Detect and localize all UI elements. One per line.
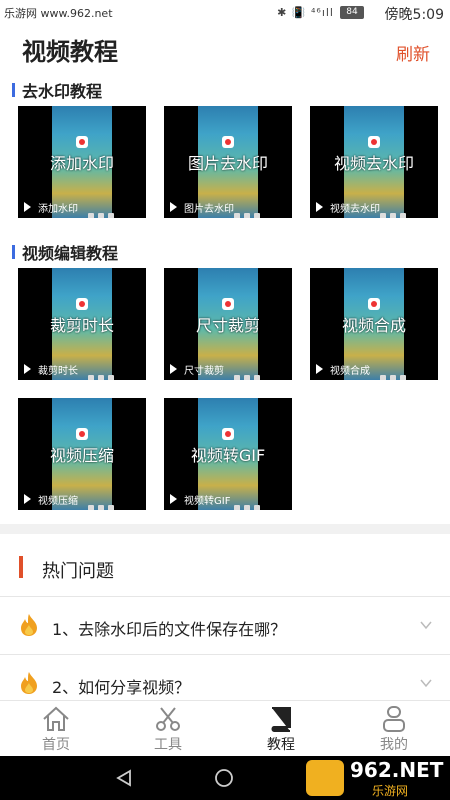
record-icon <box>76 298 88 310</box>
play-icon <box>316 364 323 374</box>
tutorial-tile-video-to-gif[interactable]: 视频转GIF 视频转GIF <box>164 398 292 510</box>
nav-home[interactable]: 首页 <box>0 701 112 757</box>
nav-profile[interactable]: 我的 <box>338 701 450 757</box>
tile-caption: 裁剪时长 <box>38 366 78 377</box>
fire-icon <box>21 614 37 636</box>
tile-title: 添加水印 <box>49 154 114 173</box>
tile-title: 视频转GIF <box>190 446 266 465</box>
nav-tools[interactable]: 工具 <box>112 701 224 757</box>
tutorial-tile-add-watermark[interactable]: 添加水印 添加水印 <box>18 106 146 218</box>
clock: 傍晚5:09 <box>384 7 444 23</box>
faq-item[interactable]: 1、去除水印后的文件保存在哪？ <box>0 597 450 654</box>
record-icon <box>76 428 88 440</box>
play-icon <box>170 494 177 504</box>
profile-icon <box>383 706 405 732</box>
play-icon <box>24 494 31 504</box>
play-icon <box>170 364 177 374</box>
tutorial-tile-trim-duration[interactable]: 裁剪时长 裁剪时长 <box>18 268 146 380</box>
tutorial-tile-video-remove-watermark[interactable]: 视频去水印 视频去水印 <box>310 106 438 218</box>
faq-item[interactable]: 2、如何分享视频？ <box>0 655 450 700</box>
record-icon <box>222 298 234 310</box>
watermark-text: 乐游网 www.962.net <box>4 7 113 20</box>
play-icon <box>24 202 31 212</box>
record-icon <box>222 428 234 440</box>
tile-title: 图片去水印 <box>187 154 268 173</box>
tile-caption: 图片去水印 <box>184 204 234 215</box>
battery-indicator: 84 <box>340 6 364 19</box>
home-button-icon[interactable] <box>214 768 234 788</box>
tile-caption: 视频压缩 <box>38 496 78 507</box>
play-icon <box>24 364 31 374</box>
nav-label: 我的 <box>380 737 408 753</box>
brand-logo-icon <box>306 760 344 796</box>
bottom-nav: 首页 工具 教程 我的 <box>0 700 450 757</box>
chevron-down-icon <box>420 621 432 630</box>
brand-watermark: 962.NET 乐游网 <box>302 756 444 800</box>
record-icon <box>368 298 380 310</box>
record-icon <box>368 136 380 148</box>
faq-question: 1、去除水印后的文件保存在哪？ <box>52 620 287 639</box>
tile-title: 视频合成 <box>341 316 406 335</box>
brand-subtext: 乐游网 <box>372 784 409 798</box>
book-icon <box>271 707 291 732</box>
tutorial-tile-image-remove-watermark[interactable]: 图片去水印 图片去水印 <box>164 106 292 218</box>
tile-caption: 添加水印 <box>38 204 78 215</box>
brand-text: 962.NET <box>350 758 444 782</box>
section-title-watermark: 去水印教程 <box>22 82 103 101</box>
home-icon <box>43 706 69 731</box>
page-title: 视频教程 <box>22 38 118 66</box>
tile-title: 尺寸裁剪 <box>195 316 260 335</box>
faq-question: 2、如何分享视频？ <box>52 678 191 697</box>
nav-tutorial[interactable]: 教程 <box>225 701 337 757</box>
play-icon <box>170 202 177 212</box>
tile-caption: 视频合成 <box>330 366 370 377</box>
tile-title: 视频压缩 <box>49 446 114 465</box>
tile-title: 裁剪时长 <box>49 316 114 335</box>
status-bar: 乐游网 www.962.net ✱ 📳 ⁴⁶ıll 84 傍晚5:09 <box>0 0 450 26</box>
fire-icon <box>21 672 37 694</box>
back-icon[interactable] <box>114 768 134 788</box>
nav-label: 首页 <box>42 737 70 753</box>
hot-questions-title: 热门问题 <box>42 561 114 582</box>
nav-label: 教程 <box>267 737 295 753</box>
section-marker <box>12 245 15 259</box>
tutorial-tile-video-merge[interactable]: 视频合成 视频合成 <box>310 268 438 380</box>
tile-caption: 尺寸裁剪 <box>184 366 224 377</box>
tutorial-tile-size-crop[interactable]: 尺寸裁剪 尺寸裁剪 <box>164 268 292 380</box>
record-icon <box>76 136 88 148</box>
section-title-video-edit: 视频编辑教程 <box>22 244 119 263</box>
tile-caption: 视频转GIF <box>184 496 231 507</box>
tile-caption: 视频去水印 <box>330 204 380 215</box>
record-icon <box>222 136 234 148</box>
tile-title: 视频去水印 <box>333 154 414 173</box>
scissors-icon <box>156 707 180 731</box>
chevron-down-icon <box>420 679 432 688</box>
refresh-button[interactable]: 刷新 <box>396 40 430 65</box>
status-icons: ✱ 📳 ⁴⁶ıll <box>277 6 334 19</box>
hot-section-marker <box>19 556 23 578</box>
section-marker <box>12 83 15 97</box>
tutorial-tile-video-compress[interactable]: 视频压缩 视频压缩 <box>18 398 146 510</box>
play-icon <box>316 202 323 212</box>
nav-label: 工具 <box>154 737 182 753</box>
section-divider <box>0 524 450 534</box>
